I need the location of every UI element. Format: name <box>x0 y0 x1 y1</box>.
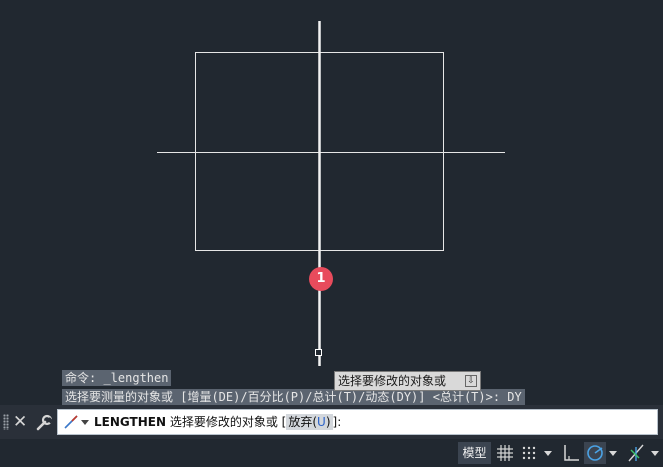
wrench-icon[interactable] <box>35 414 53 432</box>
close-icon[interactable]: ✕ <box>13 412 27 432</box>
polar-dropdown[interactable] <box>608 442 618 464</box>
command-history-line: 选择要测量的对象或 [增量(DE)/百分比(P)/总计(T)/动态(DY)] <… <box>62 389 525 405</box>
step-badge: 1 <box>309 267 333 291</box>
command-prompt: LENGTHEN 选择要修改的对象或 [放弃(U)]: <box>94 410 341 434</box>
status-bar: 模型 <box>0 439 663 467</box>
bracket-close: ]: <box>332 415 342 429</box>
osnap-dropdown[interactable] <box>650 442 660 464</box>
command-input[interactable]: LENGTHEN 选择要修改的对象或 [放弃(U)]: <box>57 409 658 435</box>
download-icon[interactable]: ⇩ <box>465 375 477 387</box>
command-history-line: 命令: _lengthen <box>62 370 172 386</box>
ortho-icon[interactable] <box>560 442 582 464</box>
model-tab[interactable]: 模型 <box>458 442 491 464</box>
drawing-canvas[interactable]: 1 命令: _lengthen 选择要测量的对象或 [增量(DE)/百分比(P)… <box>0 0 663 405</box>
dynamic-input-tooltip: 选择要修改的对象或 ⇩ <box>334 371 481 391</box>
grid-icon[interactable] <box>494 442 516 464</box>
undo-option[interactable]: 放弃(U) <box>286 414 333 430</box>
prompt-text: 选择要修改的对象或 <box>169 415 278 429</box>
snap-icon[interactable] <box>519 442 541 464</box>
snap-dropdown[interactable] <box>543 442 553 464</box>
drag-handle[interactable] <box>3 414 9 430</box>
recent-commands-dropdown[interactable] <box>81 420 89 425</box>
lengthen-command-icon <box>64 415 78 429</box>
command-bar: ✕ LENGTHEN 选择要修改的对象或 [放弃(U)]: <box>0 405 663 439</box>
lengthen-cursor-icon <box>315 349 322 356</box>
polar-tracking-icon[interactable] <box>584 442 606 464</box>
command-name: LENGTHEN <box>94 415 166 429</box>
tooltip-text: 选择要修改的对象或 <box>338 374 447 388</box>
object-snap-icon[interactable] <box>625 442 647 464</box>
